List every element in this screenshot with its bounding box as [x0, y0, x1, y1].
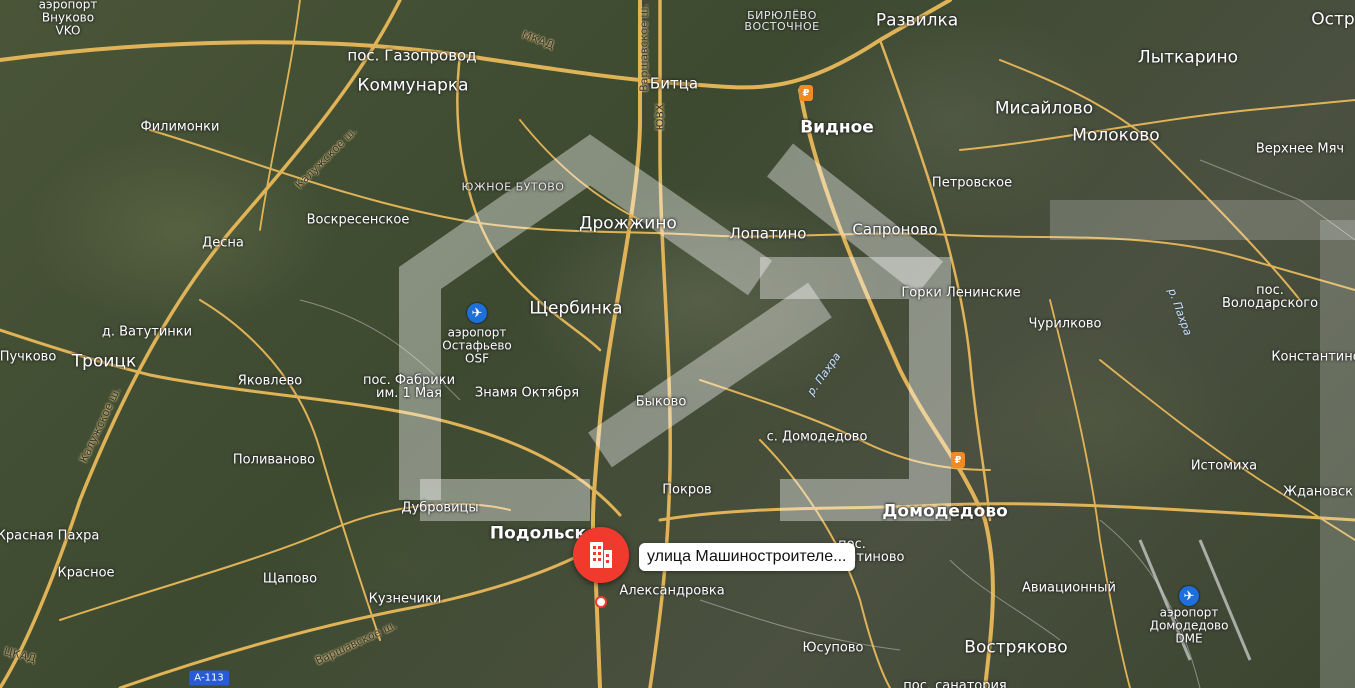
district-yuzhnoe-butovo[interactable]: ЮЖНОЕ БУТОВО [462, 182, 565, 193]
place-yusupovo[interactable]: Юсупово [803, 642, 864, 655]
place-konstantinovo-e[interactable]: Константино [1271, 351, 1355, 364]
place-zhdanovsk[interactable]: Ждановск [1283, 486, 1353, 499]
airport-vnukovo-label[interactable]: аэропорт Внуково VKO [39, 0, 98, 38]
place-lytkarino[interactable]: Лыткарино [1138, 49, 1238, 67]
place-drozhzhino[interactable]: Дрожжино [579, 215, 677, 233]
fuel-station-icon[interactable]: ₽ [799, 85, 813, 101]
place-filimonki[interactable]: Филимонки [141, 121, 220, 134]
place-krasnoe[interactable]: Красное [57, 567, 114, 580]
road-label-yuvh: ЮВХ [653, 103, 667, 131]
place-podolsk[interactable]: Подольск [490, 525, 586, 543]
place-sanatoriya[interactable]: пос. санатория [903, 680, 1007, 688]
place-vatutinki[interactable]: д. Ватутинки [102, 326, 192, 339]
building-icon [590, 542, 612, 568]
place-aleksandrovka[interactable]: Александровка [619, 585, 724, 598]
place-kuznechiki[interactable]: Кузнечики [369, 593, 442, 606]
place-yakovlevo[interactable]: Яковлево [238, 375, 302, 388]
place-shchapovo[interactable]: Щапово [263, 573, 317, 586]
place-voskresenskoe[interactable]: Воскресенское [307, 214, 410, 227]
location-callout[interactable]: улица Машиностроителе... [639, 543, 855, 571]
place-pokrov[interactable]: Покров [662, 484, 711, 497]
place-ostr[interactable]: Остр [1311, 11, 1354, 29]
place-istomikha[interactable]: Истомиха [1191, 460, 1257, 473]
place-shcherbinka[interactable]: Щербинка [529, 300, 622, 318]
place-lopatino[interactable]: Лопатино [730, 226, 807, 242]
place-polivanovo[interactable]: Поливаново [233, 454, 315, 467]
place-fabriki[interactable]: пос. Фабрики им. 1 Мая [363, 374, 455, 400]
airport-ostafyevo-icon[interactable]: ✈ [467, 303, 487, 323]
place-molokovo[interactable]: Молоково [1072, 127, 1159, 145]
location-label: улица Машиностроителе... [647, 548, 847, 565]
place-misaylovo[interactable]: Мисайлово [995, 100, 1093, 118]
place-kommunarka[interactable]: Коммунарка [357, 77, 468, 95]
place-bitsa[interactable]: Битца [650, 76, 698, 92]
airport-domodedovo-icon[interactable]: ✈ [1179, 586, 1199, 606]
airport-domodedovo-label[interactable]: аэропорт Домодедово DME [1150, 606, 1229, 646]
map-canvas[interactable]: аэропорт Внуково VKO пос. Газопровод Ком… [0, 0, 1355, 688]
place-gazoprovod[interactable]: пос. Газопровод [347, 48, 476, 64]
place-krasnaya-pakhra[interactable]: Красная Пахра [0, 530, 99, 543]
place-bykovo[interactable]: Быково [636, 396, 687, 409]
location-point [595, 596, 607, 608]
place-troitsk[interactable]: Троицк [72, 353, 136, 371]
place-desna[interactable]: Десна [202, 237, 244, 250]
fuel-station-icon[interactable]: ₽ [951, 452, 965, 468]
place-vidnoe[interactable]: Видное [800, 119, 874, 137]
place-vostryakovo[interactable]: Востряково [964, 639, 1067, 657]
place-sapronovo[interactable]: Сапроново [852, 222, 937, 238]
place-domodedovo[interactable]: Домодедово [882, 503, 1008, 521]
place-verkhnee[interactable]: Верхнее Мяч [1256, 143, 1344, 156]
place-petrovskoe[interactable]: Петровское [932, 177, 1012, 190]
place-dubrovitsy[interactable]: Дубровицы [401, 502, 478, 515]
place-gorki[interactable]: Горки Ленинские [901, 287, 1020, 300]
district-birulevo[interactable]: БИРЮЛЁВО ВОСТОЧНОЕ [744, 10, 819, 32]
airport-ostafyevo-label[interactable]: аэропорт Остафьево OSF [442, 326, 512, 366]
place-churilkovo[interactable]: Чурилково [1028, 318, 1101, 331]
place-puchkovo[interactable]: Пучково [0, 351, 56, 364]
place-razvilka[interactable]: Развилка [876, 12, 958, 30]
road-shield-a113: А-113 [189, 670, 229, 686]
place-znamya[interactable]: Знамя Октября [475, 387, 579, 400]
location-pin[interactable] [573, 527, 629, 583]
road-label-varshavskoe-top: Варшавское ш. [637, 4, 651, 92]
place-aviatsionny[interactable]: Авиационный [1022, 582, 1116, 595]
place-volodarskogo[interactable]: пос. Володарского [1222, 284, 1318, 310]
place-s-domodedovo[interactable]: с. Домодедово [767, 431, 868, 444]
